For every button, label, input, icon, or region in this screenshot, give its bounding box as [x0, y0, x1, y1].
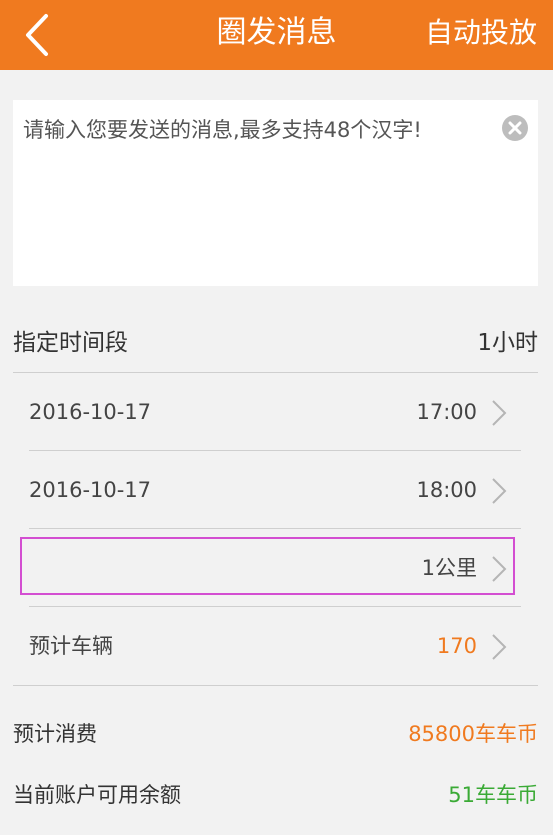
message-input[interactable]	[13, 100, 538, 286]
radius-value: 1公里	[421, 556, 477, 580]
estimated-cost-row: 预计消费 85800车车币	[13, 706, 538, 762]
estimated-cost-value: 85800车车币	[408, 722, 538, 746]
app-header: 圈发消息 自动投放	[0, 0, 553, 70]
back-button[interactable]	[18, 10, 68, 60]
chevron-right-icon	[492, 478, 507, 504]
radius-item[interactable]: 1公里	[29, 530, 521, 606]
start-date: 2016-10-17	[29, 400, 152, 424]
divider	[29, 450, 521, 451]
clear-icon	[508, 121, 522, 135]
time-range-duration: 1小时	[477, 330, 538, 356]
estimated-vehicles-value: 170	[436, 634, 477, 658]
clear-button[interactable]	[502, 115, 528, 141]
divider	[13, 372, 538, 373]
divider	[13, 685, 538, 686]
divider	[29, 606, 521, 607]
chevron-right-icon	[492, 634, 507, 660]
auto-deliver-button[interactable]: 自动投放	[425, 0, 537, 70]
balance-row: 当前账户可用余额 51车车币	[13, 767, 538, 823]
end-date: 2016-10-17	[29, 478, 152, 502]
end-time: 18:00	[416, 478, 477, 502]
estimated-vehicles-label: 预计车辆	[29, 634, 113, 658]
start-time-item[interactable]: 2016-10-17 17:00	[29, 374, 521, 450]
divider	[29, 528, 521, 529]
balance-value: 51车车币	[448, 783, 538, 807]
message-box	[13, 100, 538, 286]
time-range-header: 指定时间段 1小时	[13, 313, 538, 373]
chevron-left-icon	[26, 14, 48, 56]
start-time: 17:00	[416, 400, 477, 424]
chevron-right-icon	[492, 400, 507, 426]
chevron-right-icon	[492, 556, 507, 582]
time-range-label: 指定时间段	[13, 330, 128, 356]
balance-label: 当前账户可用余额	[13, 783, 181, 807]
estimated-vehicles-item[interactable]: 预计车辆 170	[29, 608, 521, 684]
end-time-item[interactable]: 2016-10-17 18:00	[29, 452, 521, 528]
estimated-cost-label: 预计消费	[13, 722, 97, 746]
